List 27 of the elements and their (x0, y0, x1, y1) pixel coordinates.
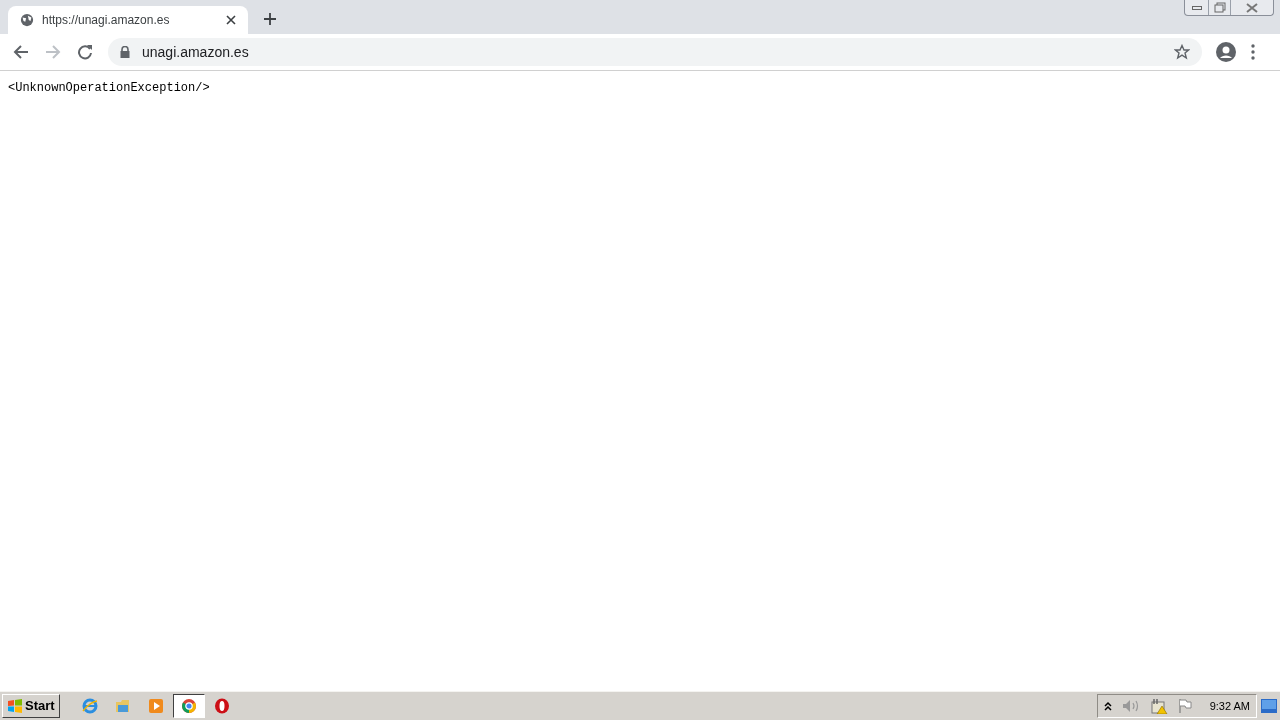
back-icon[interactable] (13, 44, 29, 60)
globe-icon (20, 13, 34, 27)
opera-o-icon (213, 698, 230, 714)
start-button[interactable]: Start (2, 694, 60, 718)
close-icon[interactable] (226, 15, 236, 25)
url-text: unagi.amazon.es (142, 42, 250, 62)
browser-e-icon (81, 698, 98, 714)
chrome-icon (180, 698, 197, 714)
network-warning-icon[interactable] (1149, 698, 1168, 714)
taskbar-app-button[interactable] (172, 694, 205, 718)
close-icon (1246, 2, 1258, 13)
windows-logo-icon (7, 699, 23, 713)
play-icon (147, 698, 164, 714)
flag-icon[interactable] (1177, 699, 1192, 713)
profile-icon[interactable] (1216, 42, 1236, 62)
folder-icon (114, 698, 131, 714)
new-tab-icon[interactable] (264, 13, 276, 25)
page-text: <UnknownOperationException/> (8, 80, 211, 97)
star-icon[interactable] (1174, 44, 1190, 60)
clock[interactable]: 9:32 AM (1209, 697, 1250, 715)
browser-tab[interactable]: https://unagi.amazon.es (8, 6, 248, 34)
menu-icon[interactable] (1251, 44, 1255, 60)
show-hidden-icon[interactable] (1103, 701, 1112, 711)
lock-icon (120, 46, 130, 58)
reload-icon[interactable] (77, 44, 93, 60)
tab-title: https://unagi.amazon.es (42, 12, 171, 29)
address-bar[interactable]: unagi.amazon.es (108, 38, 1202, 66)
